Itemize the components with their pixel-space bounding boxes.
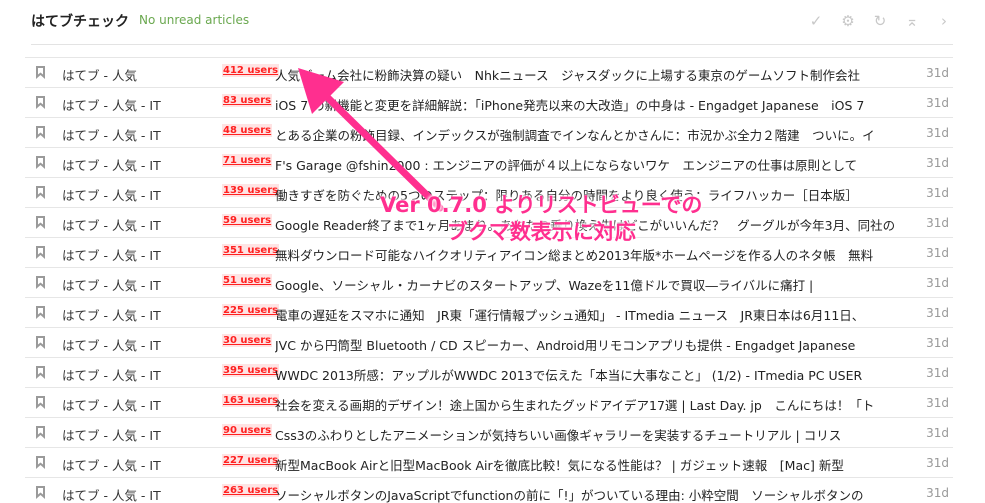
article-list: はてブ - 人気 412 users 人気ゲーム会社に粉飾決算の疑い Nhkニュース… bbox=[25, 57, 953, 503]
article-title[interactable]: 人気ゲーム会社に粉飾決算の疑い Nhkニュース ジャスダックに上場する東京のゲー… bbox=[275, 65, 915, 84]
bookmark-icon[interactable] bbox=[35, 456, 46, 469]
feed-name: はてブ - 人気 - IT bbox=[62, 278, 161, 293]
list-item[interactable]: はてブ - 人気 - IT 48 users とある企業の粉飾目録、インデックスが強… bbox=[25, 117, 953, 147]
feed-name: はてブ - 人気 - IT bbox=[62, 158, 161, 173]
bookmark-icon[interactable] bbox=[35, 66, 46, 79]
refresh-icon[interactable]: ↻ bbox=[869, 10, 891, 32]
article-title[interactable]: iOS 7 の新機能と変更を詳細解説：「iPhone発売以来の大改造」の中身は … bbox=[275, 95, 915, 114]
bookmark-icon[interactable] bbox=[35, 396, 46, 409]
article-age: 31d bbox=[926, 216, 949, 230]
feed-name: はてブ - 人気 - IT bbox=[62, 248, 161, 263]
bookmark-icon[interactable] bbox=[35, 486, 46, 499]
list-item[interactable]: はてブ - 人気 412 users 人気ゲーム会社に粉飾決算の疑い Nhkニュース… bbox=[25, 57, 953, 87]
bookmark-count-badge[interactable]: 30 users bbox=[222, 334, 273, 347]
article-title[interactable]: 無料ダウンロード可能なハイクオリティアイコン総まとめ2013年版*ホームページを… bbox=[275, 245, 915, 264]
feed-name: はてブ - 人気 - IT bbox=[62, 308, 161, 323]
bookmark-count-badge[interactable]: 227 users bbox=[222, 454, 280, 467]
feed-name: はてブ - 人気 - IT bbox=[62, 428, 161, 443]
toolbar: ✓ ⚙ ↻ ⌅ › bbox=[805, 10, 955, 32]
bookmark-icon[interactable] bbox=[35, 96, 46, 109]
list-item[interactable]: はてブ - 人気 - IT 51 users Google、ソーシャル・カーナビのス… bbox=[25, 267, 953, 297]
bookmark-icon[interactable] bbox=[35, 126, 46, 139]
article-title[interactable]: Css3のふわりとしたアニメーションが気持ちいい画像ギャラリーを実装するチュート… bbox=[275, 425, 915, 444]
bookmark-count-badge[interactable]: 412 users bbox=[222, 64, 280, 77]
feed-name: はてブ - 人気 bbox=[62, 68, 137, 83]
feed-name: はてブ - 人気 - IT bbox=[62, 98, 161, 113]
bookmark-icon[interactable] bbox=[35, 306, 46, 319]
bookmark-icon[interactable] bbox=[35, 426, 46, 439]
article-age: 31d bbox=[926, 156, 949, 170]
bookmark-icon[interactable] bbox=[35, 336, 46, 349]
article-title[interactable]: F's Garage @fshin2000 : エンジニアの評価が４以上にならな… bbox=[275, 155, 915, 174]
article-title[interactable]: ソーシャルボタンのJavaScriptでfunctionの前に「!」がついている… bbox=[275, 485, 915, 503]
list-item[interactable]: はてブ - 人気 - IT 83 users iOS 7 の新機能と変更を詳細解説：… bbox=[25, 87, 953, 117]
article-age: 31d bbox=[926, 306, 949, 320]
bookmark-icon[interactable] bbox=[35, 216, 46, 229]
article-title[interactable]: WWDC 2013所感：アップルがWWDC 2013で伝えた「本当に大事なこと」… bbox=[275, 365, 915, 384]
article-age: 31d bbox=[926, 126, 949, 140]
feed-name: はてブ - 人気 - IT bbox=[62, 458, 161, 473]
bookmark-count-badge[interactable]: 395 users bbox=[222, 364, 280, 377]
annotation-callout: Ver 0.7.0 よりリストビューでの ブクマ数表示に対応 bbox=[380, 192, 702, 246]
feed-name: はてブ - 人気 - IT bbox=[62, 488, 161, 503]
bookmark-icon[interactable] bbox=[35, 366, 46, 379]
bookmark-count-badge[interactable]: 263 users bbox=[222, 484, 280, 497]
bookmark-count-badge[interactable]: 163 users bbox=[222, 394, 280, 407]
bookmark-count-badge[interactable]: 225 users bbox=[222, 304, 280, 317]
list-item[interactable]: はてブ - 人気 - IT 263 users ソーシャルボタンのJavaScrip… bbox=[25, 477, 953, 503]
list-item[interactable]: はてブ - 人気 - IT 30 users JVC から円筒型 Bluetooth… bbox=[25, 327, 953, 357]
feed-name: はてブ - 人気 - IT bbox=[62, 218, 161, 233]
list-item[interactable]: はてブ - 人気 - IT 90 users Css3のふわりとしたアニメーションが… bbox=[25, 417, 953, 447]
bookmark-count-badge[interactable]: 59 users bbox=[222, 214, 273, 227]
article-title[interactable]: JVC から円筒型 Bluetooth / CD スピーカー、Android用リ… bbox=[275, 335, 915, 354]
bookmark-count-badge[interactable]: 48 users bbox=[222, 124, 273, 137]
feed-name: はてブ - 人気 - IT bbox=[62, 368, 161, 383]
feed-name: はてブ - 人気 - IT bbox=[62, 398, 161, 413]
article-age: 31d bbox=[926, 96, 949, 110]
bookmark-count-badge[interactable]: 71 users bbox=[222, 154, 273, 167]
feed-name: はてブ - 人気 - IT bbox=[62, 128, 161, 143]
list-item[interactable]: はてブ - 人気 - IT 225 users 電車の遅延をスマホに通知 JR東「運… bbox=[25, 297, 953, 327]
article-title[interactable]: Google、ソーシャル・カーナビのスタートアップ、Wazeを11億ドルで買収―… bbox=[275, 275, 915, 294]
bookmark-count-badge[interactable]: 51 users bbox=[222, 274, 273, 287]
article-age: 31d bbox=[926, 276, 949, 290]
annotation-line-2: ブクマ数表示に対応 bbox=[446, 220, 636, 244]
article-age: 31d bbox=[926, 66, 949, 80]
bookmark-count-badge[interactable]: 83 users bbox=[222, 94, 273, 107]
bookmark-icon[interactable] bbox=[35, 186, 46, 199]
header-divider bbox=[31, 44, 953, 45]
list-item[interactable]: はてブ - 人気 - IT 227 users 新型MacBook Airと旧型Ma… bbox=[25, 447, 953, 477]
list-item[interactable]: はてブ - 人気 - IT 71 users F's Garage @fshin20… bbox=[25, 147, 953, 177]
bookmark-icon[interactable] bbox=[35, 246, 46, 259]
bookmark-count-badge[interactable]: 351 users bbox=[222, 244, 280, 257]
article-age: 31d bbox=[926, 456, 949, 470]
article-title[interactable]: 電車の遅延をスマホに通知 JR東「運行情報プッシュ通知」 - ITmedia ニ… bbox=[275, 305, 915, 324]
article-title[interactable]: 社会を変える画期的デザイン！途上国から生まれたグッドアイデア17選 | Last… bbox=[275, 395, 915, 414]
bookmark-icon[interactable] bbox=[35, 276, 46, 289]
bookmark-icon[interactable] bbox=[35, 156, 46, 169]
collapse-icon[interactable]: ⌅ bbox=[901, 10, 923, 32]
article-title[interactable]: とある企業の粉飾目録、インデックスが強制調査でインなんとかさんに：市況かぶ全力２… bbox=[275, 125, 915, 144]
article-age: 31d bbox=[926, 336, 949, 350]
article-age: 31d bbox=[926, 426, 949, 440]
feed-name: はてブ - 人気 - IT bbox=[62, 338, 161, 353]
header-bar: はてブチェック No unread articles ✓ ⚙ ↻ ⌅ › bbox=[0, 0, 985, 45]
article-title[interactable]: 新型MacBook Airと旧型MacBook Airを徹底比較！気になる性能は… bbox=[275, 455, 915, 474]
gear-icon[interactable]: ⚙ bbox=[837, 10, 859, 32]
unread-status: No unread articles bbox=[139, 13, 250, 27]
feed-name: はてブ - 人気 - IT bbox=[62, 188, 161, 203]
app-title: はてブチェック bbox=[31, 14, 129, 30]
bookmark-count-badge[interactable]: 90 users bbox=[222, 424, 273, 437]
next-icon[interactable]: › bbox=[933, 10, 955, 32]
check-icon[interactable]: ✓ bbox=[805, 10, 827, 32]
article-age: 31d bbox=[926, 486, 949, 500]
annotation-line-1: Ver 0.7.0 よりリストビューでの bbox=[380, 193, 703, 217]
list-item[interactable]: はてブ - 人気 - IT 163 users 社会を変える画期的デザイン！途上国か… bbox=[25, 387, 953, 417]
article-age: 31d bbox=[926, 396, 949, 410]
article-age: 31d bbox=[926, 366, 949, 380]
article-age: 31d bbox=[926, 246, 949, 260]
bookmark-count-badge[interactable]: 139 users bbox=[222, 184, 280, 197]
list-item[interactable]: はてブ - 人気 - IT 395 users WWDC 2013所感：アップルがW… bbox=[25, 357, 953, 387]
article-age: 31d bbox=[926, 186, 949, 200]
